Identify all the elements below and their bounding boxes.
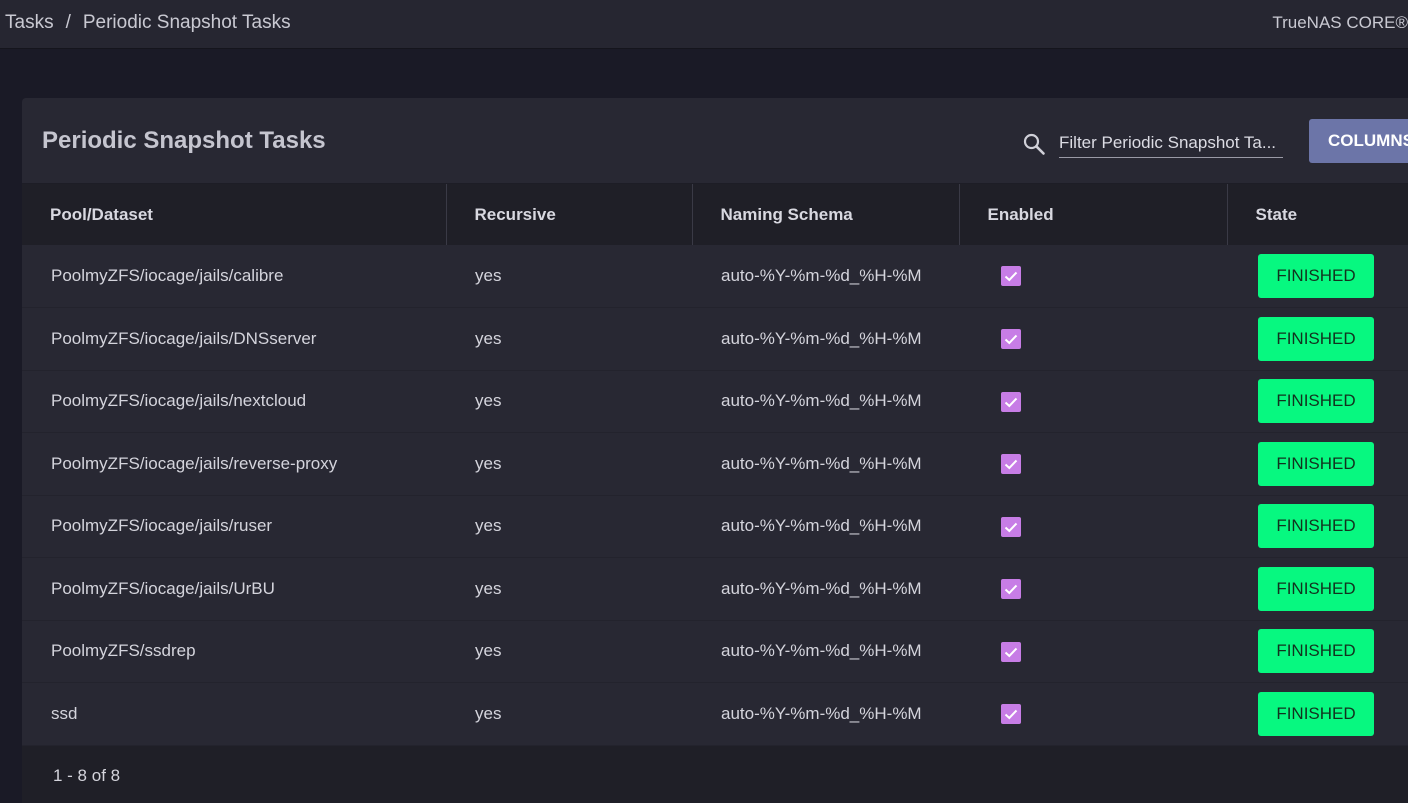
cell-state: FINISHED (1227, 370, 1408, 433)
snapshot-tasks-table: Pool/Dataset Recursive Naming Schema Ena… (22, 184, 1408, 746)
table-row[interactable]: PoolmyZFS/iocage/jails/ruser yes auto-%Y… (22, 495, 1408, 558)
table-footer: 1 - 8 of 8 (22, 746, 1408, 803)
filter-search-input[interactable] (1059, 131, 1283, 155)
state-badge[interactable]: FINISHED (1258, 379, 1374, 424)
breadcrumb-separator: / (65, 12, 71, 33)
breadcrumb-item-current: Periodic Snapshot Tasks (82, 12, 291, 33)
checkbox-checked-icon[interactable] (1001, 454, 1021, 474)
cell-state: FINISHED (1227, 558, 1408, 621)
cell-enabled (959, 370, 1227, 433)
checkbox-checked-icon[interactable] (1001, 641, 1021, 662)
cell-dataset: ssd (51, 703, 78, 723)
cell-dataset: PoolmyZFS/iocage/jails/DNSserver (51, 328, 317, 348)
pagination-range: 1 - 8 of 8 (53, 766, 121, 785)
cell-enabled (959, 245, 1227, 308)
breadcrumb: Tasks / Periodic Snapshot Tasks (5, 12, 291, 34)
checkbox-checked-icon[interactable] (1001, 516, 1021, 537)
state-badge[interactable]: FINISHED (1258, 629, 1374, 674)
cell-dataset: PoolmyZFS/iocage/jails/nextcloud (51, 391, 307, 411)
columns-button[interactable]: COLUMNS (1309, 119, 1408, 163)
cell-recursive: yes (475, 703, 502, 723)
page-title: Periodic Snapshot Tasks (42, 127, 326, 154)
cell-recursive: yes (475, 328, 502, 348)
cell-naming-schema: auto-%Y-%m-%d_%H-%M (721, 453, 922, 473)
filter-search-field (1059, 131, 1283, 158)
cell-recursive: yes (475, 578, 502, 598)
cell-naming-schema: auto-%Y-%m-%d_%H-%M (721, 266, 922, 285)
cell-dataset: PoolmyZFS/iocage/jails/calibre (51, 266, 284, 285)
table-row[interactable]: PoolmyZFS/iocage/jails/UrBU yes auto-%Y-… (22, 558, 1408, 621)
top-bar: Tasks / Periodic Snapshot Tasks TrueNAS CO… (0, 0, 1408, 48)
state-badge[interactable]: FINISHED (1258, 441, 1374, 486)
cell-dataset: PoolmyZFS/ssdrep (51, 641, 196, 661)
checkbox-checked-icon[interactable] (1001, 266, 1021, 287)
cell-dataset: PoolmyZFS/iocage/jails/reverse-proxy (51, 453, 338, 473)
cell-naming-schema: auto-%Y-%m-%d_%H-%M (721, 328, 922, 348)
cell-enabled (959, 433, 1227, 496)
state-badge[interactable]: FINISHED (1258, 691, 1374, 736)
cell-naming-schema: auto-%Y-%m-%d_%H-%M (721, 516, 922, 536)
table-row[interactable]: PoolmyZFS/iocage/jails/calibre yes auto-… (22, 245, 1408, 308)
cell-dataset: PoolmyZFS/iocage/jails/ruser (51, 516, 273, 536)
cell-enabled (959, 495, 1227, 558)
table-row[interactable]: PoolmyZFS/ssdrep yes auto-%Y-%m-%d_%H-%M… (22, 620, 1408, 683)
cell-recursive: yes (475, 516, 502, 536)
cell-enabled (959, 620, 1227, 683)
checkbox-checked-icon[interactable] (1001, 329, 1021, 349)
cell-state: FINISHED (1227, 245, 1408, 308)
checkbox-checked-icon[interactable] (1001, 579, 1021, 599)
checkbox-checked-icon[interactable] (1001, 391, 1021, 412)
state-badge[interactable]: FINISHED (1258, 316, 1374, 361)
cell-recursive: yes (475, 266, 502, 285)
cell-state: FINISHED (1227, 495, 1408, 558)
card-header: Periodic Snapshot Tasks COLUMNS (22, 98, 1408, 184)
column-header-naming-schema[interactable]: Naming Schema (692, 184, 960, 245)
table-row[interactable]: PoolmyZFS/iocage/jails/DNSserver yes aut… (22, 308, 1408, 371)
cell-enabled (959, 308, 1227, 371)
snapshot-tasks-card: Periodic Snapshot Tasks COLUMNS Pool/Dat… (22, 98, 1408, 803)
cell-enabled (959, 558, 1227, 621)
table-row[interactable]: PoolmyZFS/iocage/jails/nextcloud yes aut… (22, 370, 1408, 433)
cell-recursive: yes (475, 453, 502, 473)
table-row[interactable]: ssd yes auto-%Y-%m-%d_%H-%M FINISHED (22, 683, 1408, 746)
state-badge[interactable]: FINISHED (1258, 254, 1374, 298)
cell-naming-schema: auto-%Y-%m-%d_%H-%M (721, 578, 922, 598)
cell-state: FINISHED (1227, 308, 1408, 371)
column-header-enabled[interactable]: Enabled (959, 184, 1228, 245)
cell-naming-schema: auto-%Y-%m-%d_%H-%M (721, 391, 922, 411)
table-header-row: Pool/Dataset Recursive Naming Schema Ena… (22, 184, 1408, 245)
checkbox-checked-icon[interactable] (1001, 704, 1021, 724)
product-brand: TrueNAS CORE® (1272, 13, 1408, 32)
state-badge[interactable]: FINISHED (1258, 566, 1374, 611)
cell-state: FINISHED (1227, 433, 1408, 496)
search-icon (1023, 133, 1045, 155)
cell-naming-schema: auto-%Y-%m-%d_%H-%M (721, 703, 922, 723)
column-header-dataset[interactable]: Pool/Dataset (22, 184, 447, 245)
column-header-recursive[interactable]: Recursive (446, 184, 693, 245)
cell-recursive: yes (475, 641, 502, 661)
column-header-state[interactable]: State (1227, 184, 1408, 245)
table-row[interactable]: PoolmyZFS/iocage/jails/reverse-proxy yes… (22, 433, 1408, 496)
cell-state: FINISHED (1227, 620, 1408, 683)
cell-enabled (959, 683, 1227, 746)
breadcrumb-item-tasks[interactable]: Tasks (5, 12, 54, 33)
cell-dataset: PoolmyZFS/iocage/jails/UrBU (51, 578, 275, 598)
cell-naming-schema: auto-%Y-%m-%d_%H-%M (721, 641, 922, 661)
state-badge[interactable]: FINISHED (1258, 504, 1374, 549)
cell-recursive: yes (475, 391, 502, 411)
cell-state: FINISHED (1227, 683, 1408, 746)
